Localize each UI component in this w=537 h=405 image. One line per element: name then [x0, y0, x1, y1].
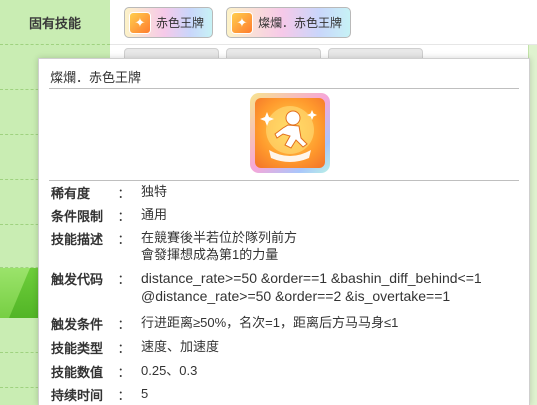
info-row-skill-type: 技能类型 ： 速度、加速度 [51, 338, 219, 357]
golden-running-figure-icon [250, 93, 330, 173]
tooltip-divider [49, 180, 519, 181]
info-value-line: 會發揮想成為第1的力量 [141, 247, 279, 262]
info-label: 条件限制 [51, 209, 104, 224]
info-label: 触发代码 [51, 272, 104, 287]
info-value: 通用 [141, 207, 168, 222]
info-value: 在競賽後半若位於隊列前方 會發揮想成為第1的力量 [141, 229, 297, 263]
info-row-trigger-code: 触发代码 ： distance_rate>=50 &order==1 &bash… [51, 269, 482, 305]
info-value-line: distance_rate>=50 &order==1 &bashin_diff… [141, 270, 482, 286]
info-label: 技能描述 [51, 232, 104, 247]
info-label: 触发条件 [51, 317, 104, 332]
tooltip-divider [49, 88, 519, 89]
info-row-duration: 持续时间 ： 5 [51, 385, 148, 404]
info-value: 0.25、0.3 [141, 363, 198, 378]
info-colon: ： [117, 317, 131, 332]
info-value-line: @distance_rate>=50 &order==2 &is_overtak… [141, 288, 451, 304]
info-value: 5 [141, 386, 149, 401]
tooltip-title: 燦爛．赤色王牌 [50, 70, 142, 85]
skill-chip-label: 燦爛．赤色王牌 [258, 16, 343, 30]
skill-chip-brilliant-ace[interactable]: ✦ 燦爛．赤色王牌 [226, 7, 352, 38]
info-row-description: 技能描述 ： 在競賽後半若位於隊列前方 會發揮想成為第1的力量 [51, 229, 297, 263]
info-value: 独特 [141, 184, 168, 199]
info-row-skill-value: 技能数值 ： 0.25、0.3 [51, 362, 197, 381]
skill-chip-label: 赤色王牌 [156, 16, 205, 30]
skill-chip-ace[interactable]: ✦ 赤色王牌 [124, 7, 214, 38]
info-colon: ： [117, 272, 131, 287]
info-value-line: 在競賽後半若位於隊列前方 [141, 230, 298, 245]
info-label: 技能数值 [51, 365, 104, 380]
info-label: 持续时间 [51, 388, 104, 403]
info-value: 行进距离≥50%，名次=1，距离后方马马身≤1 [141, 315, 399, 330]
skill-tooltip: 燦爛．赤色王牌 稀有度 ： 独特 条件限制 ： 通用 技能描述 ： 在競賽後半若… [38, 58, 530, 405]
info-label: 稀有度 [51, 186, 91, 201]
running-figure-icon: ✦ [129, 11, 151, 34]
info-row-rarity: 稀有度 ： 独特 [51, 183, 167, 202]
info-row-restriction: 条件限制 ： 通用 [51, 206, 167, 225]
info-colon: ： [117, 365, 131, 380]
info-colon: ： [117, 232, 131, 247]
info-colon: ： [117, 186, 131, 201]
info-colon: ： [117, 209, 131, 224]
info-label: 技能类型 [51, 341, 104, 356]
skill-page: 固有技能 初 觉醒 觉醒 觉醒 觉醒 LV LV LV ✦ 赤色王牌 ✦ 燦爛．… [0, 0, 537, 405]
info-colon: ： [117, 388, 131, 403]
info-value: distance_rate>=50 &order==1 &bashin_diff… [141, 269, 482, 305]
row-header-inherent: 固有技能 [0, 0, 110, 45]
info-row-trigger-condition: 触发条件 ： 行进距离≥50%，名次=1，距离后方马马身≤1 [51, 314, 398, 333]
running-figure-icon: ✦ [231, 11, 253, 34]
info-colon: ： [117, 341, 131, 356]
info-value: 速度、加速度 [141, 339, 220, 354]
inherent-skill-row: ✦ 赤色王牌 ✦ 燦爛．赤色王牌 [110, 0, 537, 45]
